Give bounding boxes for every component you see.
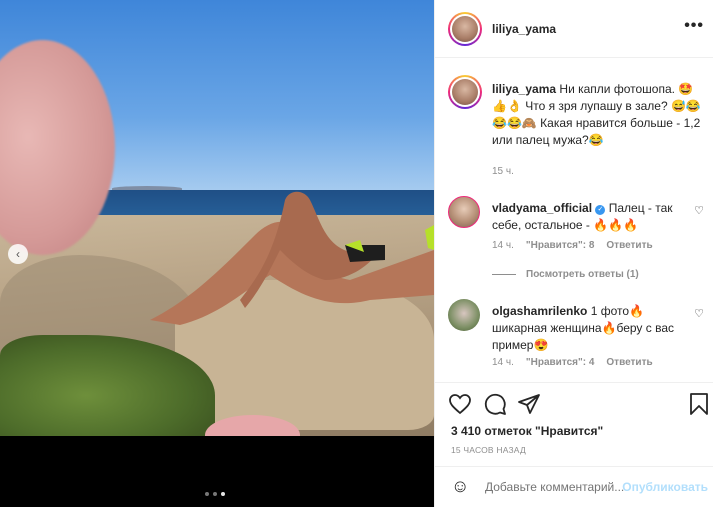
caption-avatar[interactable] [448, 75, 482, 109]
comment-likes[interactable]: "Нравится": 8 [526, 240, 595, 251]
media-letterbox [0, 436, 434, 507]
comment-icon[interactable] [483, 392, 507, 416]
carousel-dots [205, 492, 225, 496]
comment-username[interactable]: olgashamrilenko [492, 304, 587, 318]
comment-time[interactable]: 14 ч. [492, 240, 514, 251]
comment-avatar[interactable] [448, 196, 480, 228]
author-avatar-image [452, 16, 478, 42]
view-replies-label[interactable]: Посмотреть ответы (1) [526, 269, 639, 280]
post-photo [0, 0, 434, 436]
comment-avatar[interactable] [448, 299, 480, 331]
post-header: liliya_yama ••• [435, 0, 713, 58]
comment-like-icon[interactable]: ♡ [694, 204, 704, 217]
post-panel: liliya_yama ••• liliya_yama Ни капли фот… [434, 0, 713, 507]
more-icon[interactable]: ••• [684, 17, 704, 35]
replies-line [492, 274, 516, 275]
comment-reply-button[interactable]: Ответить [606, 357, 652, 368]
likes-count[interactable]: 3 410 отметок "Нравится" [451, 424, 603, 438]
verified-icon: ✓ [595, 205, 606, 215]
heart-icon[interactable] [448, 392, 472, 416]
carousel-dot [205, 492, 209, 496]
view-replies[interactable]: Посмотреть ответы (1) [492, 269, 639, 280]
carousel-dot-active [221, 492, 225, 496]
comment-text-block: vladyama_official ✓ Палец - так себе, ос… [492, 200, 680, 234]
comment-form: ☺ Опубликовать [435, 466, 713, 507]
publish-button[interactable]: Опубликовать [622, 480, 708, 494]
comment-input[interactable] [485, 480, 625, 494]
post-timestamp[interactable]: 15 ЧАСОВ НАЗАД [451, 445, 526, 455]
author-username[interactable]: liliya_yama [492, 22, 556, 36]
comment-likes[interactable]: "Нравится": 4 [526, 357, 595, 368]
comment-like-icon[interactable]: ♡ [694, 307, 704, 320]
carousel-dot [213, 492, 217, 496]
comment-time[interactable]: 14 ч. [492, 357, 514, 368]
caption-time[interactable]: 15 ч. [492, 166, 514, 177]
caption-username[interactable]: liliya_yama [492, 82, 556, 96]
comment-text-block: olgashamrilenko 1 фото🔥 шикарная женщина… [492, 303, 680, 354]
comment-meta: 14 ч. "Нравится": 4 Ответить [492, 357, 653, 368]
post-media[interactable]: ‹ [0, 0, 434, 507]
share-icon[interactable] [517, 392, 541, 416]
caption-avatar-image [452, 79, 478, 105]
comment-username[interactable]: vladyama_official [492, 201, 592, 215]
comment-reply-button[interactable]: Ответить [606, 240, 652, 251]
bookmark-icon[interactable] [687, 392, 711, 416]
caption-text-block: liliya_yama Ни капли фотошопа. 🤩👍👌 Что я… [492, 81, 704, 149]
carousel-prev-button[interactable]: ‹ [8, 244, 28, 264]
comment-meta: 14 ч. "Нравится": 8 Ответить [492, 240, 653, 251]
photo-legs [150, 191, 434, 325]
emoji-icon[interactable]: ☺ [451, 476, 469, 497]
author-avatar[interactable] [448, 12, 482, 46]
